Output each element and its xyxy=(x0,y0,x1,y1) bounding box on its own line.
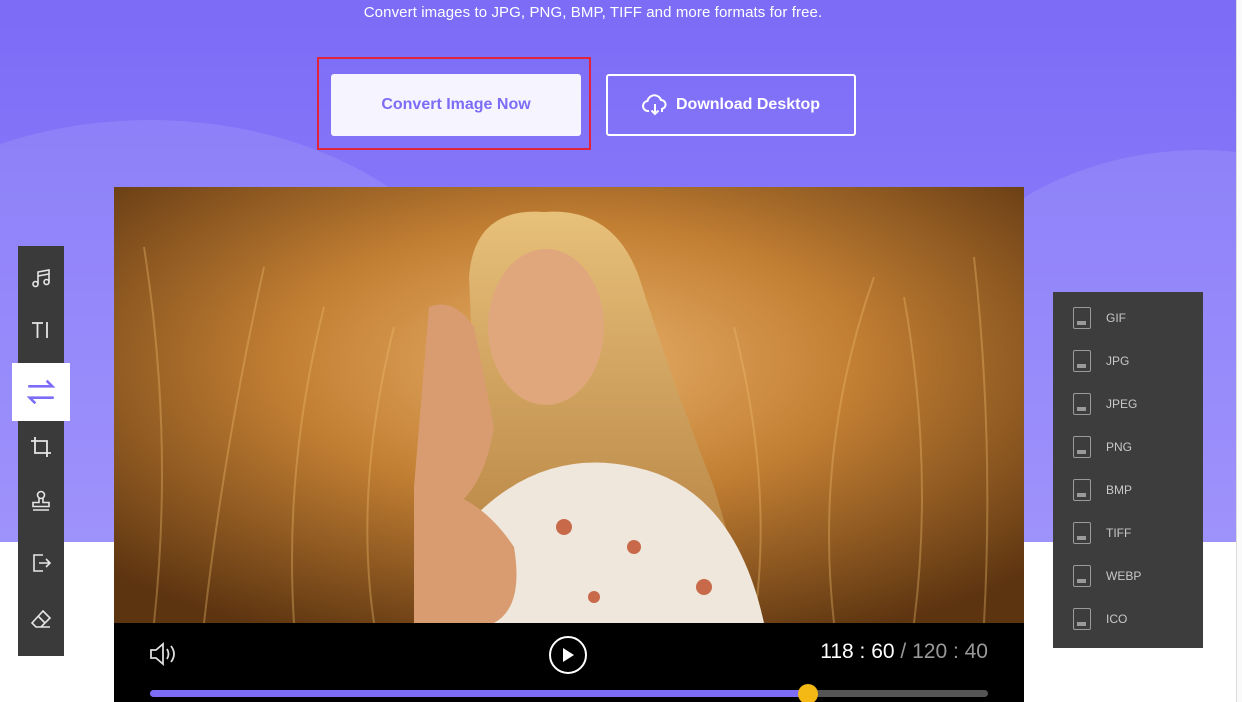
tool-sidebar xyxy=(12,246,70,656)
tool-convert[interactable] xyxy=(12,363,70,421)
tool-crop[interactable] xyxy=(18,424,64,470)
format-label: GIF xyxy=(1106,311,1126,325)
progress-fill xyxy=(150,690,808,697)
time-display: 118 : 60 / 120 : 40 xyxy=(820,640,988,664)
volume-icon xyxy=(150,642,175,666)
file-icon xyxy=(1073,479,1091,501)
woman-in-field-photo xyxy=(114,187,1024,623)
format-label: JPG xyxy=(1106,354,1130,368)
format-item-webp[interactable]: WEBP xyxy=(1073,564,1193,588)
total-time: / 120 : 40 xyxy=(900,640,988,663)
window-edge xyxy=(1236,0,1242,702)
play-button[interactable] xyxy=(549,636,587,674)
player-controls: 118 : 60 / 120 : 40 xyxy=(114,623,1024,702)
download-desktop-label: Download Desktop xyxy=(675,96,820,113)
export-icon xyxy=(33,554,52,572)
convert-image-button[interactable]: Convert Image Now xyxy=(331,74,581,136)
format-item-jpg[interactable]: JPG xyxy=(1073,349,1193,373)
format-item-bmp[interactable]: BMP xyxy=(1073,478,1193,502)
format-label: WEBP xyxy=(1106,569,1142,583)
format-label: PNG xyxy=(1106,440,1133,454)
preview-image xyxy=(114,187,1024,623)
tool-stamp[interactable] xyxy=(18,478,64,524)
file-icon xyxy=(1073,565,1091,587)
format-item-jpeg[interactable]: JPEG xyxy=(1073,392,1193,416)
music-icon xyxy=(32,269,50,288)
text-icon xyxy=(32,322,48,338)
current-time: 118 : 60 xyxy=(820,640,895,663)
file-icon xyxy=(1073,350,1091,372)
crop-icon xyxy=(31,437,51,457)
file-icon xyxy=(1073,307,1091,329)
file-icon xyxy=(1073,393,1091,415)
file-icon xyxy=(1073,608,1091,630)
tool-eraser[interactable] xyxy=(18,596,64,642)
tool-music[interactable] xyxy=(18,255,64,301)
download-desktop-button[interactable]: Download Desktop xyxy=(606,74,856,136)
cloud-download-icon xyxy=(642,94,667,116)
progress-knob[interactable] xyxy=(797,684,818,702)
file-icon xyxy=(1073,436,1091,458)
video-player: 118 : 60 / 120 : 40 xyxy=(114,187,1024,702)
eraser-icon xyxy=(30,609,52,628)
progress-bar[interactable] xyxy=(150,684,988,702)
tool-text[interactable] xyxy=(18,307,64,353)
format-label: JPEG xyxy=(1106,397,1138,411)
stamp-icon xyxy=(32,490,50,511)
format-list-panel: GIF JPG JPEG PNG BMP TIFF WEBP ICO xyxy=(1053,292,1203,648)
tool-export[interactable] xyxy=(18,540,64,586)
file-icon xyxy=(1073,522,1091,544)
format-item-tiff[interactable]: TIFF xyxy=(1073,521,1193,545)
format-label: BMP xyxy=(1106,483,1133,497)
convert-icon xyxy=(26,379,56,405)
format-label: ICO xyxy=(1106,612,1128,626)
format-item-png[interactable]: PNG xyxy=(1073,435,1193,459)
format-item-gif[interactable]: GIF xyxy=(1073,306,1193,330)
format-item-ico[interactable]: ICO xyxy=(1073,607,1193,631)
hero-subtitle: Convert images to JPG, PNG, BMP, TIFF an… xyxy=(363,4,823,21)
volume-button[interactable] xyxy=(148,641,178,667)
format-label: TIFF xyxy=(1106,526,1132,540)
play-icon xyxy=(563,648,574,662)
